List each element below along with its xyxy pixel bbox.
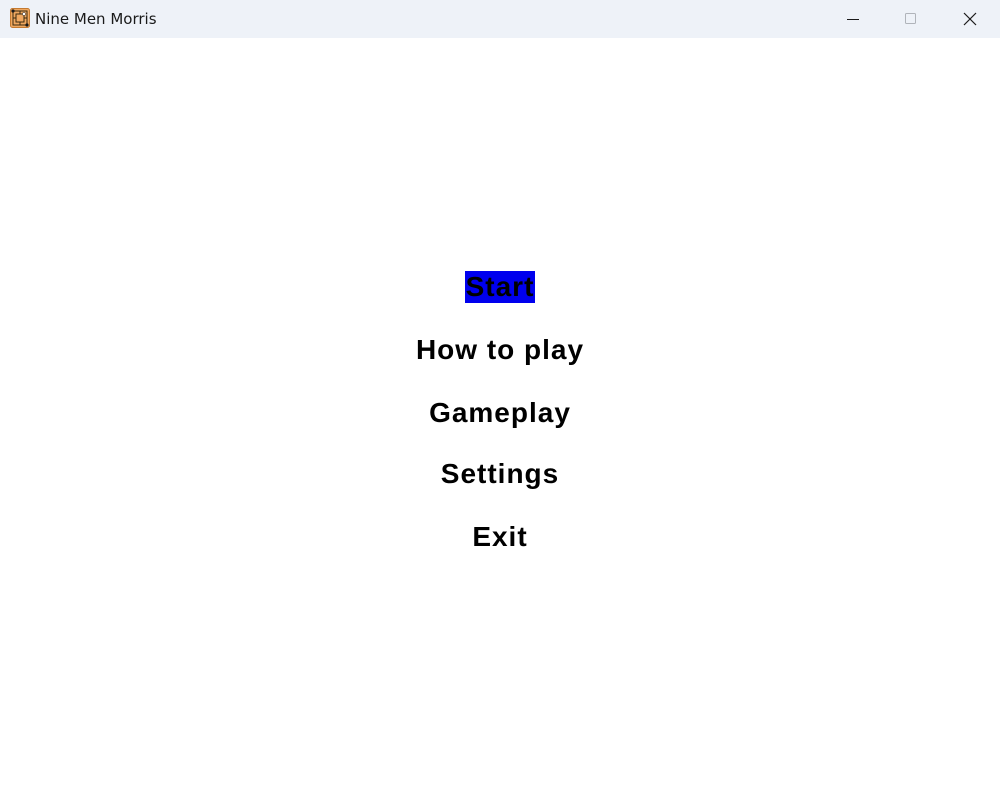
close-button[interactable] xyxy=(941,0,999,38)
minimize-button[interactable] xyxy=(824,0,882,38)
board-icon xyxy=(10,8,30,28)
menu-item-start[interactable]: Start xyxy=(0,271,1000,303)
menu-item-label: Start xyxy=(464,271,536,303)
menu-item-label: Exit xyxy=(472,521,528,552)
menu-item-label: Gameplay xyxy=(429,397,571,428)
maximize-button[interactable] xyxy=(882,0,940,38)
menu-item-label: How to play xyxy=(415,334,585,365)
menu-item-how-to-play[interactable]: How to play xyxy=(0,334,1000,366)
window-title: Nine Men Morris xyxy=(35,10,157,28)
close-icon xyxy=(963,12,977,26)
main-menu: Start How to play Gameplay Settings Exit xyxy=(0,38,1000,785)
minimize-icon xyxy=(847,19,859,20)
title-bar[interactable]: Nine Men Morris xyxy=(0,0,1000,38)
menu-item-label: Settings xyxy=(440,458,560,489)
menu-item-exit[interactable]: Exit xyxy=(0,521,1000,553)
maximize-icon xyxy=(905,13,916,24)
menu-item-gameplay[interactable]: Gameplay xyxy=(0,397,1000,429)
app-window: Nine Men Morris Start How to play Gamepl… xyxy=(0,0,1000,785)
menu-item-settings[interactable]: Settings xyxy=(0,458,1000,490)
